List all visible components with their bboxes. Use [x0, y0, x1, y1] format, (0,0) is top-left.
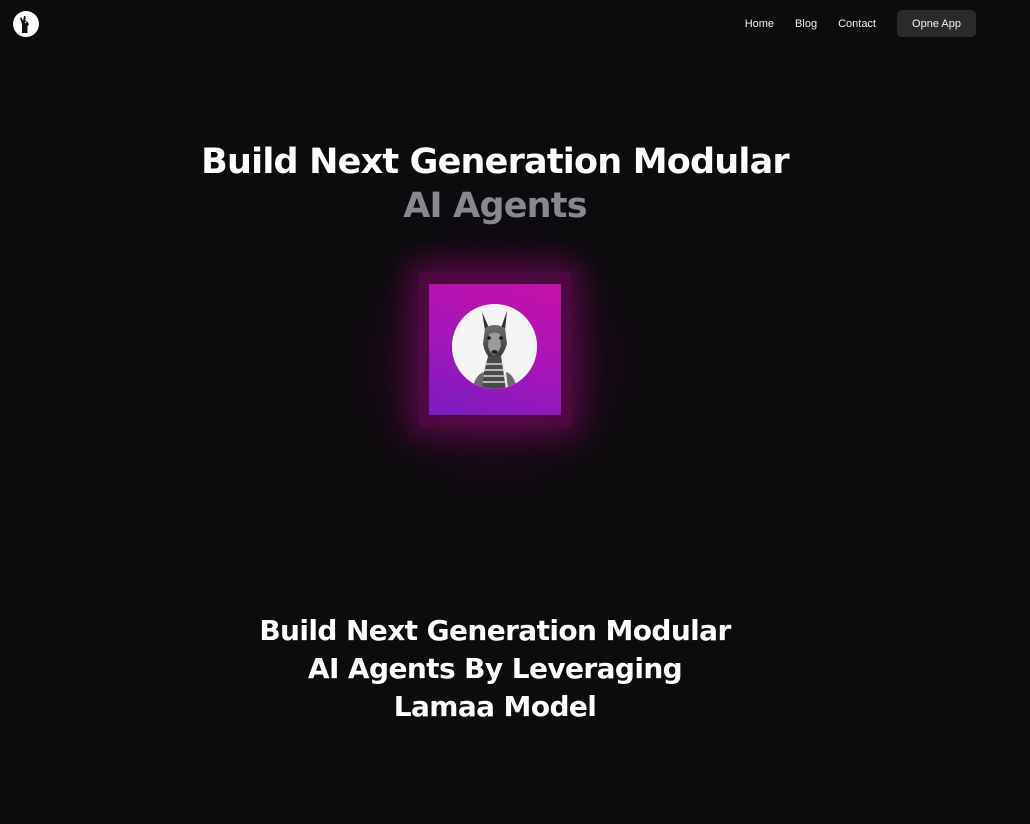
llama-avatar: [452, 304, 537, 389]
tagline-line3: Lamaa Model: [393, 690, 597, 723]
llama-logo-icon[interactable]: [13, 11, 39, 37]
nav-home-link[interactable]: Home: [745, 18, 774, 30]
hero-title-line1: Build Next Generation Modular: [201, 142, 790, 182]
nav-contact-link[interactable]: Contact: [838, 18, 876, 30]
tagline-line2: AI Agents By Leveraging: [307, 652, 683, 685]
nav-blog-link[interactable]: Blog: [795, 18, 817, 30]
top-nav: Home Blog Contact Opne App: [745, 10, 976, 37]
open-app-button[interactable]: Opne App: [897, 10, 976, 37]
tagline: Build Next Generation Modular AI Agents …: [0, 612, 990, 726]
tagline-line1: Build Next Generation Modular: [259, 614, 731, 647]
